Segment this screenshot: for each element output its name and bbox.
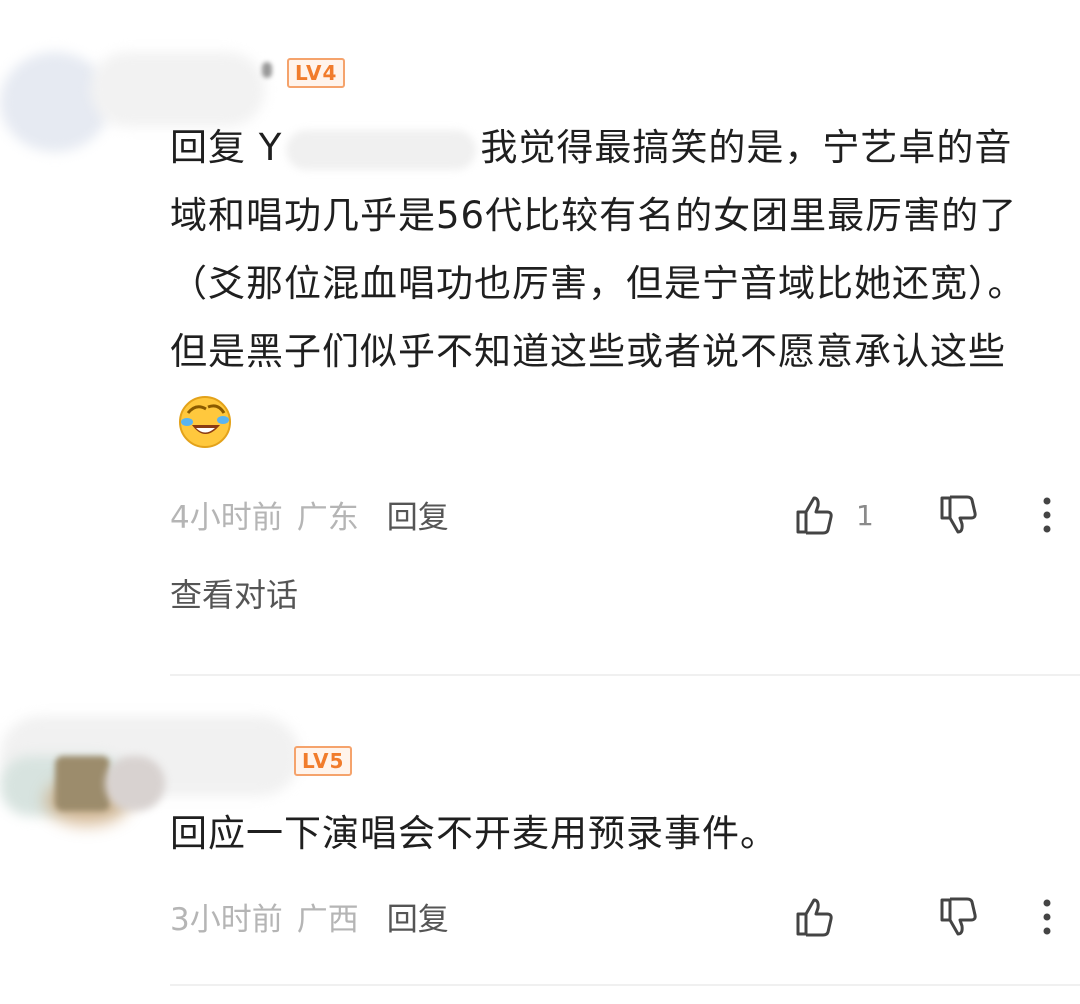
timestamp: 4小时前 [170, 500, 283, 536]
level-badge: LV5 [294, 746, 353, 776]
username-fragment [262, 62, 272, 78]
like-count: 1 [856, 498, 874, 532]
comment-meta: 3小时前 广西 回复 [170, 894, 449, 939]
laughing-cry-emoji-icon [179, 395, 231, 448]
thumbs-up-icon[interactable] [792, 894, 838, 940]
location: 广西 [296, 902, 359, 938]
avatar-fragment [55, 756, 110, 811]
avatar-fragment [105, 756, 165, 811]
comment-actions [792, 894, 1052, 940]
thumbs-down-icon[interactable] [936, 492, 982, 538]
timestamp: 3小时前 [170, 902, 283, 938]
comment-item: LV4 回复 Y 我觉得最搞笑的是，宁艺卓的音域和唱功几乎是56代比较有名的女团里… [0, 0, 1080, 676]
more-options-icon[interactable] [1042, 894, 1052, 940]
more-options-icon[interactable] [1042, 492, 1052, 538]
reply-button[interactable]: 回复 [387, 894, 449, 939]
comment-text: 回应一下演唱会不开麦用预录事件。 [170, 812, 778, 855]
thumbs-down-icon[interactable] [936, 894, 982, 940]
level-badge: LV4 [287, 58, 346, 88]
comment-meta: 4小时前 广东 回复 [170, 492, 449, 537]
divider [170, 984, 1080, 986]
reply-prefix: 回复 Y [170, 126, 283, 169]
comment-text: 回复 Y 我觉得最搞笑的是，宁艺卓的音域和唱功几乎是56代比较有名的女团里最厉害的… [170, 114, 1040, 454]
reply-button[interactable]: 回复 [387, 492, 449, 537]
view-conversation-link[interactable]: 查看对话 [170, 570, 298, 616]
comment-actions: 1 [792, 492, 1052, 538]
redacted-username [286, 129, 477, 170]
thumbs-up-icon[interactable] [792, 492, 838, 538]
location: 广东 [296, 500, 359, 536]
